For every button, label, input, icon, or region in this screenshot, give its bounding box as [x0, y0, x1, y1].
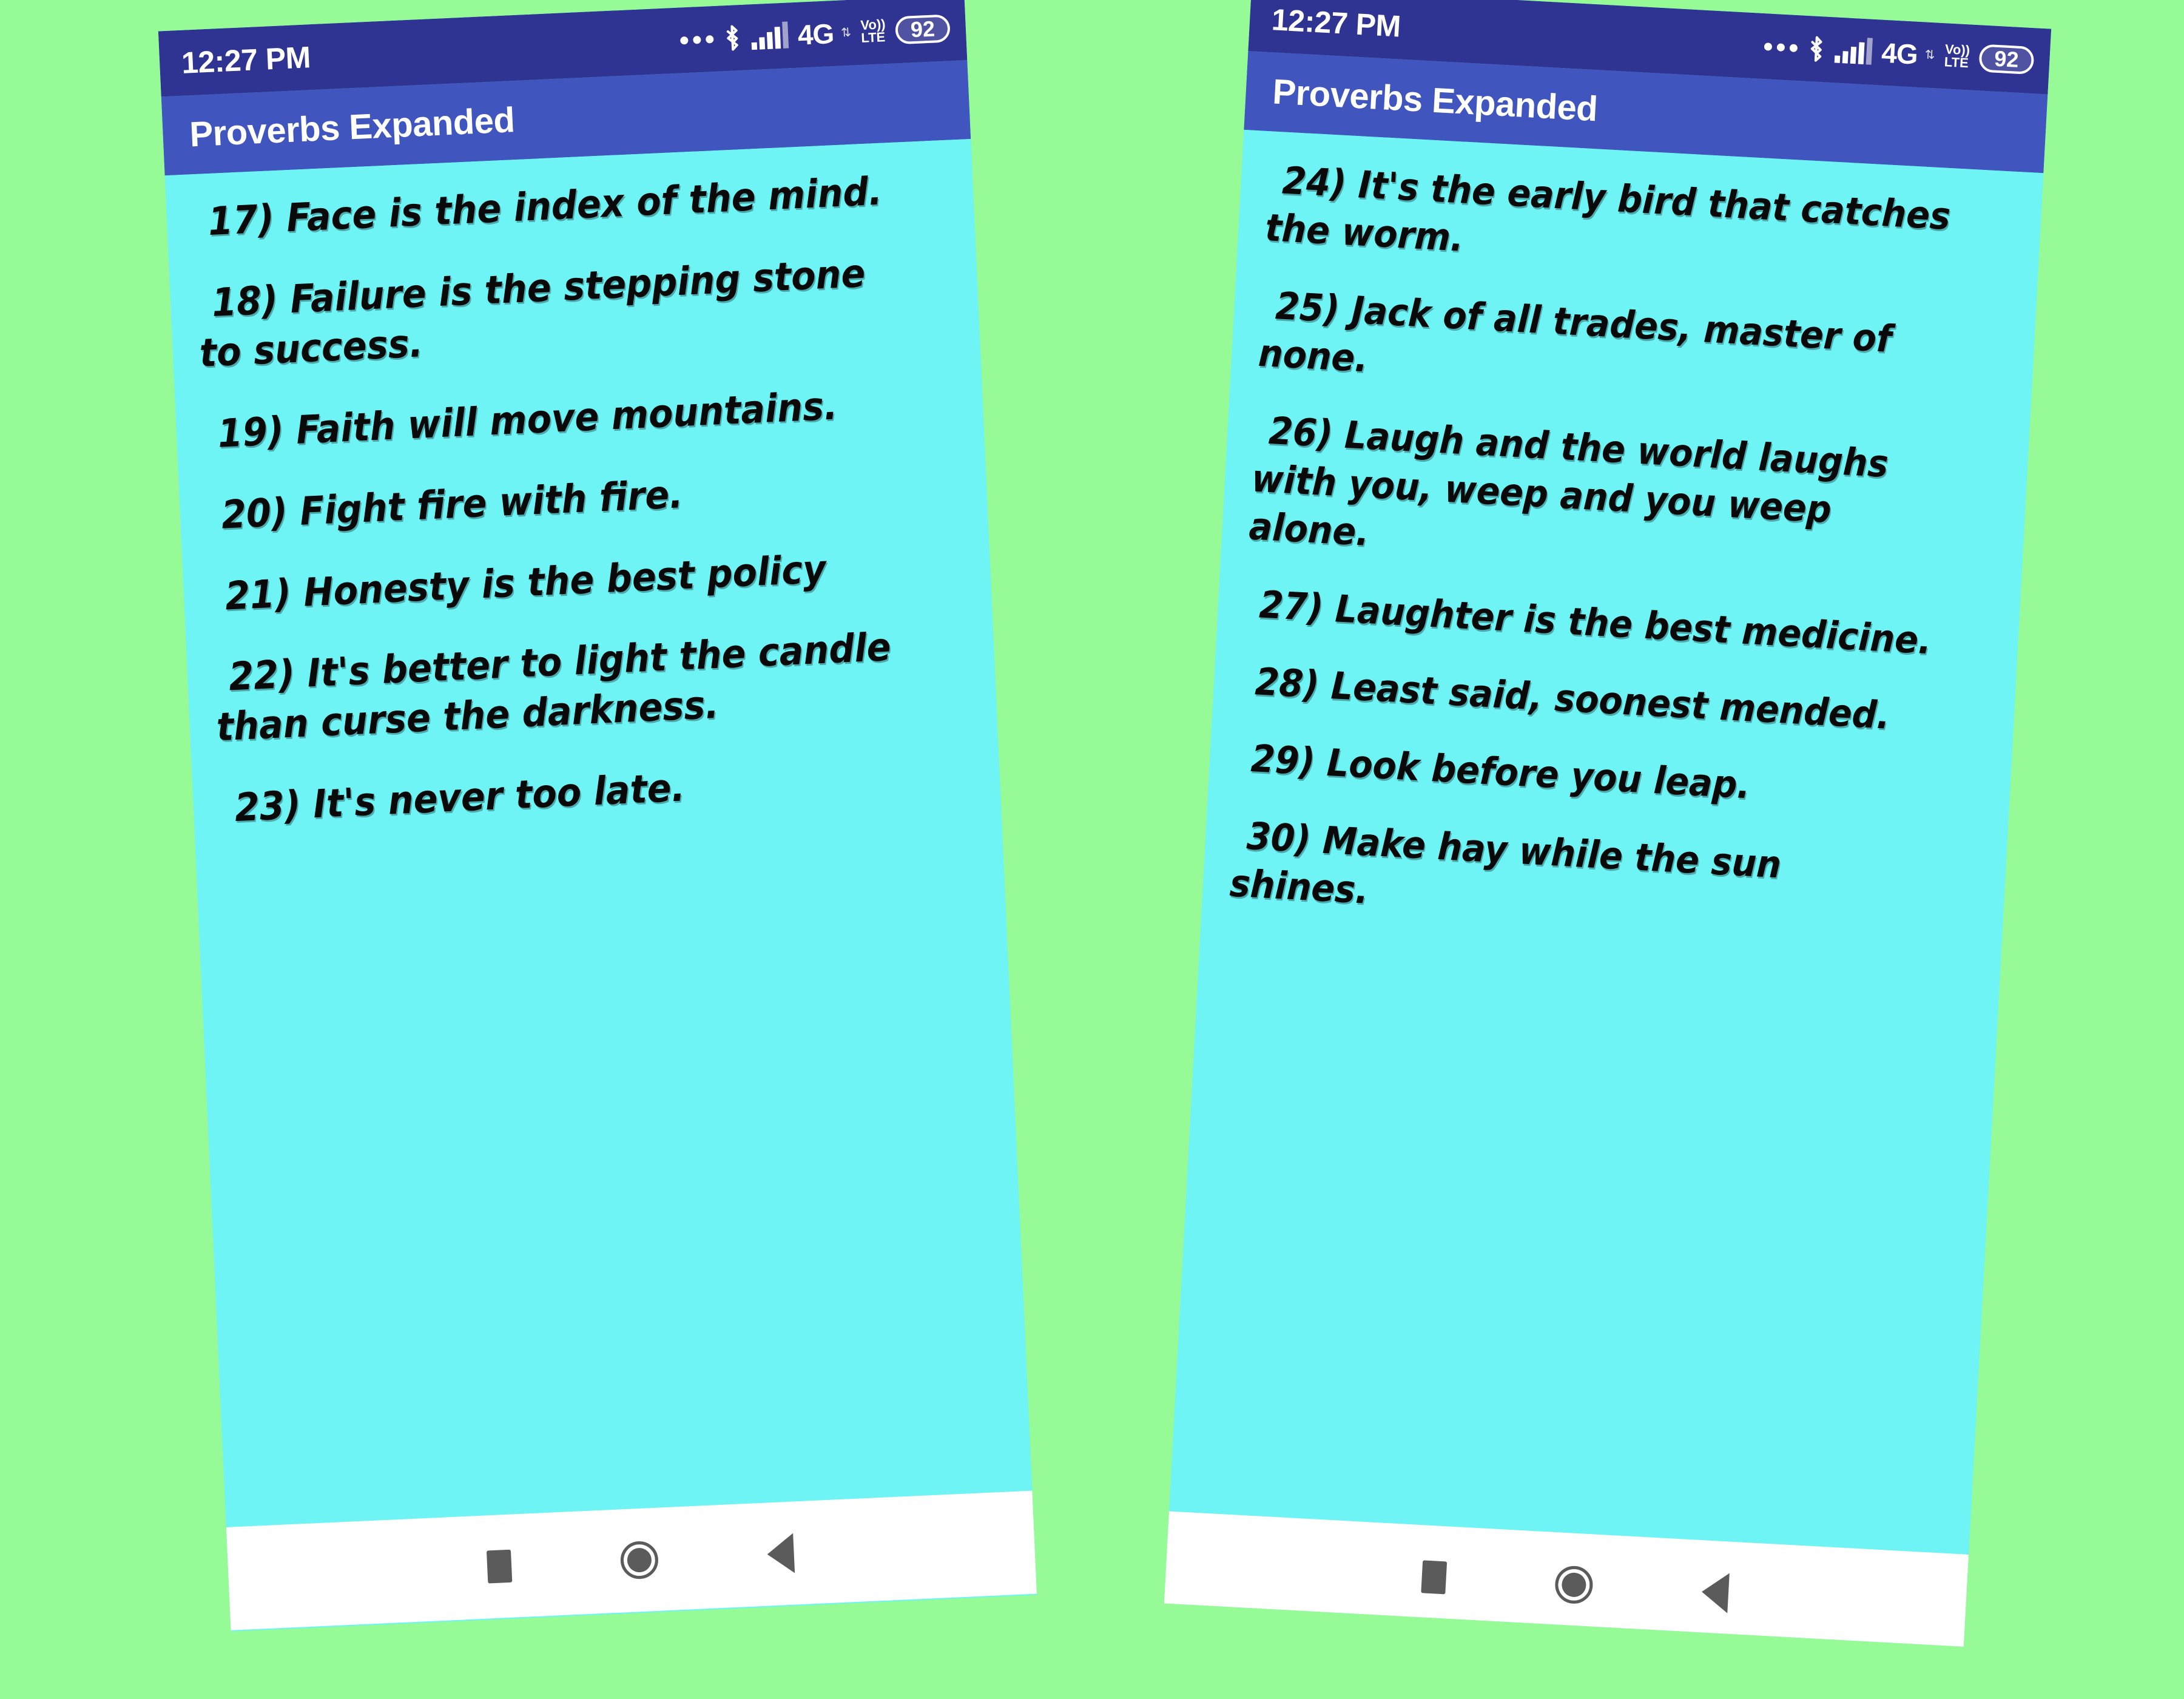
data-arrows-icon: ⇅ [1924, 47, 1936, 62]
volte-bottom-label: LTE [860, 29, 886, 46]
more-dots-icon [1764, 42, 1798, 52]
more-dots-icon [679, 35, 714, 45]
list-item[interactable]: 17) Face is the index of the mind. [192, 167, 887, 248]
list-item[interactable]: 27) Laughter is the best medicine. [1244, 579, 1933, 665]
volte-icon: Vo)) LTE [860, 16, 886, 46]
battery-level-label: 92 [1994, 46, 2020, 72]
bluetooth-icon [723, 24, 742, 52]
status-bar-clock: 12:27 PM [180, 40, 312, 80]
list-item[interactable]: 22) It's better to light the candle than… [213, 623, 910, 753]
back-triangle-icon[interactable] [766, 1533, 795, 1575]
proverb-list[interactable]: 24) It's the early bird that catches the… [1168, 129, 2044, 1555]
list-item[interactable]: 28) Least said, soonest mended. [1239, 657, 1929, 742]
status-bar-icons: 4G ⇅ Vo)) LTE 92 [679, 14, 951, 54]
list-item[interactable]: 19) Faith will move mountains. [202, 379, 897, 461]
battery-icon: 92 [894, 14, 951, 45]
status-bar-icons: 4G ⇅ Vo)) LTE 92 [1763, 32, 2035, 75]
status-bar-clock: 12:27 PM [1270, 2, 1402, 44]
back-triangle-icon[interactable] [1700, 1572, 1730, 1613]
list-item[interactable]: 24) It's the early bird that catches the… [1264, 155, 1955, 289]
screenshot-canvas: 12:27 PM 4G ⇅ Vo)) LTE 92 Proverbs Expan [0, 0, 2184, 1699]
signal-bars-icon [750, 21, 789, 50]
recents-square-icon[interactable] [486, 1549, 513, 1584]
list-item[interactable]: 25) Jack of all trades, master of none. [1257, 281, 1949, 414]
4g-icon: 4G [797, 18, 835, 51]
volte-bottom-label: LTE [1944, 54, 1969, 71]
bluetooth-icon [1806, 35, 1825, 64]
list-item[interactable]: 23) It's never too late. [219, 754, 914, 835]
proverb-list[interactable]: 17) Face is the index of the mind. 18) F… [164, 138, 1033, 1527]
recents-square-icon[interactable] [1421, 1560, 1448, 1595]
4g-icon: 4G [1881, 36, 1919, 70]
battery-icon: 92 [1978, 44, 2035, 75]
app-title: Proverbs Expanded [1272, 72, 1599, 129]
app-title: Proverbs Expanded [189, 100, 516, 155]
data-arrows-icon: ⇅ [840, 25, 852, 39]
list-item[interactable]: 21) Honesty is the best policy [209, 541, 904, 623]
phone-screenshot-right: 12:27 PM 4G ⇅ Vo)) LTE 92 Proverbs Expan [1164, 0, 2052, 1647]
list-item[interactable]: 26) Laugh and the world laughs with you,… [1248, 406, 1943, 587]
home-circle-icon[interactable] [1554, 1565, 1594, 1605]
signal-bars-icon [1834, 37, 1873, 65]
list-item[interactable]: 30) Make hay while the sun shines. [1228, 811, 1920, 944]
phone-screenshot-left: 12:27 PM 4G ⇅ Vo)) LTE 92 Proverbs Expan [158, 0, 1037, 1632]
volte-icon: Vo)) LTE [1944, 41, 1970, 71]
list-item[interactable]: 18) Failure is the stepping stone to suc… [196, 248, 893, 379]
home-circle-icon[interactable] [619, 1540, 659, 1580]
list-item[interactable]: 20) Fight fire with fire. [206, 461, 900, 542]
battery-level-label: 92 [909, 16, 935, 42]
list-item[interactable]: 29) Look before you leap. [1235, 734, 1924, 819]
